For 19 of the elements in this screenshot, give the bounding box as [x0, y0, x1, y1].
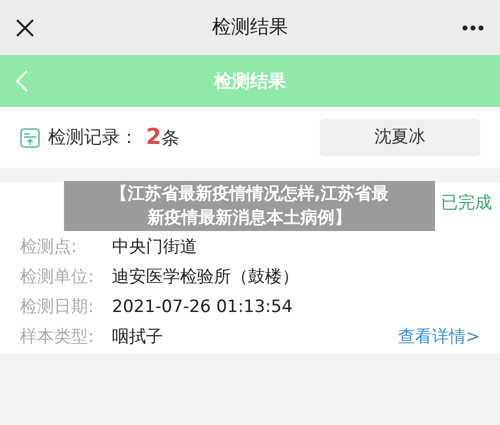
field-label: 样本类型: [20, 326, 95, 350]
close-icon[interactable] [16, 18, 34, 36]
page-title: 检测结果 [212, 15, 288, 40]
banner-text: 【江苏省最新疫情情况怎样,江苏省最 [110, 183, 389, 206]
more-icon[interactable] [462, 24, 484, 30]
header-title: 检测结果 [214, 70, 286, 94]
records-label: 检测记录： [48, 126, 138, 150]
record-icon [20, 128, 40, 148]
field-value: 咽拭子 [112, 326, 163, 350]
person-button[interactable]: 沈夏冰 [320, 119, 480, 156]
field-label: 检测单位: [20, 266, 95, 290]
records-count: 2条 [146, 124, 180, 152]
status-text: 已完成 [441, 192, 492, 215]
field-label: 检测点: [20, 236, 78, 260]
field-value: 迪安医学检验所（鼓楼） [112, 266, 299, 290]
field-value: 中央门街道 [112, 236, 197, 260]
field-label: 检测日期: [20, 296, 95, 320]
banner-text: 新疫情最新消息本土病例】 [148, 207, 352, 230]
field-value: 2021-07-26 01:13:54 [112, 296, 293, 320]
